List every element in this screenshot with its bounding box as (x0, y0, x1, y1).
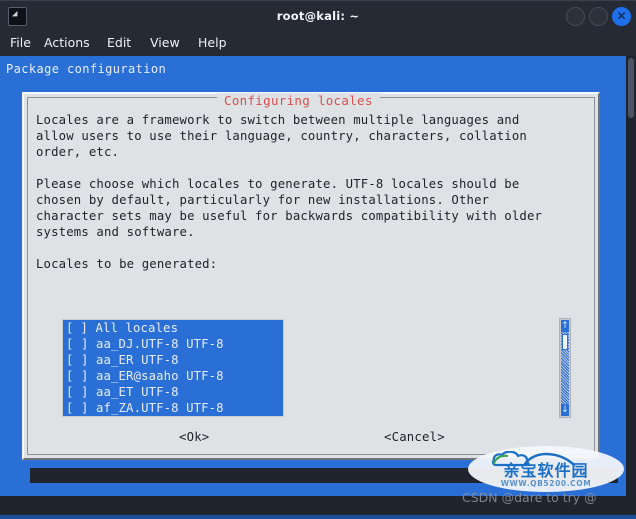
locale-item-label: aa_DJ.UTF-8 UTF-8 (96, 337, 224, 351)
checkbox-open-bracket: [ (66, 401, 74, 415)
dialog-title: Configuring locales (217, 93, 380, 109)
locale-list-item[interactable]: [ ] aa_DJ.UTF-8 UTF-8 (63, 336, 283, 352)
maximize-button[interactable] (589, 7, 608, 26)
locale-item-label: aa_ET UTF-8 (96, 385, 179, 399)
menu-item-view[interactable]: View (150, 30, 180, 56)
csdn-credit-text: CSDN @dare to try @ (462, 490, 597, 505)
locale-item-label: aa_ER UTF-8 (96, 353, 179, 367)
close-icon: ✕ (616, 9, 627, 23)
menu-item-help[interactable]: Help (198, 30, 227, 56)
locale-list-item[interactable]: [ ] All locales (63, 320, 283, 336)
title-bar: ◢ root@kali: ~ ✕ (0, 0, 636, 31)
window-bottom-edge (0, 515, 636, 519)
terminal-window: ◢ root@kali: ~ ✕ File Actions Edit View … (0, 0, 636, 519)
close-button[interactable]: ✕ (612, 7, 631, 26)
locale-list-item[interactable]: [ ] af_ZA.UTF-8 UTF-8 (63, 400, 283, 416)
checkbox-mark (74, 401, 82, 415)
locale-list-item[interactable]: [ ] aa_ER@saaho UTF-8 (63, 368, 283, 384)
terminal-scrollbar[interactable] (626, 56, 636, 496)
menu-item-edit[interactable]: Edit (107, 30, 131, 56)
terminal-scrollbar-thumb[interactable] (628, 58, 634, 118)
checkbox-open-bracket: [ (66, 321, 74, 335)
checkbox-close-bracket: ] (81, 369, 97, 383)
checkbox-mark (74, 385, 82, 399)
dialog-paragraph-2: Please choose which locales to generate.… (36, 177, 543, 239)
menu-bar: File Actions Edit View Help (0, 30, 636, 56)
checkbox-mark (74, 337, 82, 351)
watermark-url: WWW.QB5200.COM (500, 479, 592, 488)
checkbox-close-bracket: ] (81, 385, 97, 399)
cancel-button[interactable]: <Cancel> (384, 430, 445, 444)
dialog-paragraph-3: Locales to be generated: (36, 257, 218, 271)
ok-button[interactable]: <Ok> (179, 430, 209, 444)
checkbox-open-bracket: [ (66, 337, 74, 351)
dialog-paragraph-1: Locales are a framework to switch betwee… (36, 113, 527, 159)
checkbox-open-bracket: [ (66, 369, 74, 383)
scrollbar-thumb[interactable] (562, 334, 568, 350)
checkbox-close-bracket: ] (81, 337, 97, 351)
watermark-brand: 亲宝软件园 (503, 461, 589, 480)
checkbox-open-bracket: [ (66, 353, 74, 367)
locale-item-label: All locales (95, 321, 179, 335)
locale-list-item[interactable]: [ ] aa_ER UTF-8 (63, 352, 283, 368)
configuring-locales-dialog: Configuring locales Locales are a framew… (22, 92, 600, 460)
minimize-button[interactable] (566, 7, 585, 26)
package-configuration-header: Package configuration (6, 62, 167, 76)
locale-list-scrollbar[interactable]: ↑ ↓ (559, 318, 571, 418)
locale-list-item[interactable]: [ ] aa_ET UTF-8 (63, 384, 283, 400)
checkbox-open-bracket: [ (66, 385, 74, 399)
dialog-body: Locales are a framework to switch betwee… (36, 112, 584, 272)
locale-item-label: af_ZA.UTF-8 UTF-8 (96, 401, 224, 415)
window-title: root@kali: ~ (276, 9, 360, 23)
terminal-canvas[interactable]: Package configuration Configuring locale… (0, 56, 626, 496)
checkbox-mark (74, 369, 82, 383)
watermark-logo: 亲宝软件园 WWW.QB5200.COM (468, 446, 624, 496)
scroll-up-arrow-icon[interactable]: ↑ (561, 320, 569, 332)
scroll-down-arrow-icon[interactable]: ↓ (561, 404, 569, 416)
checkbox-close-bracket: ] (81, 401, 97, 415)
checkbox-close-bracket: ] (80, 321, 96, 335)
menu-item-actions[interactable]: Actions (44, 30, 90, 56)
menu-item-file[interactable]: File (10, 30, 31, 56)
locale-item-label: aa_ER@saaho UTF-8 (96, 369, 224, 383)
locale-list[interactable]: [ ] All locales[ ] aa_DJ.UTF-8 UTF-8[ ] … (62, 319, 284, 417)
checkbox-mark (74, 353, 82, 367)
checkbox-close-bracket: ] (81, 353, 97, 367)
